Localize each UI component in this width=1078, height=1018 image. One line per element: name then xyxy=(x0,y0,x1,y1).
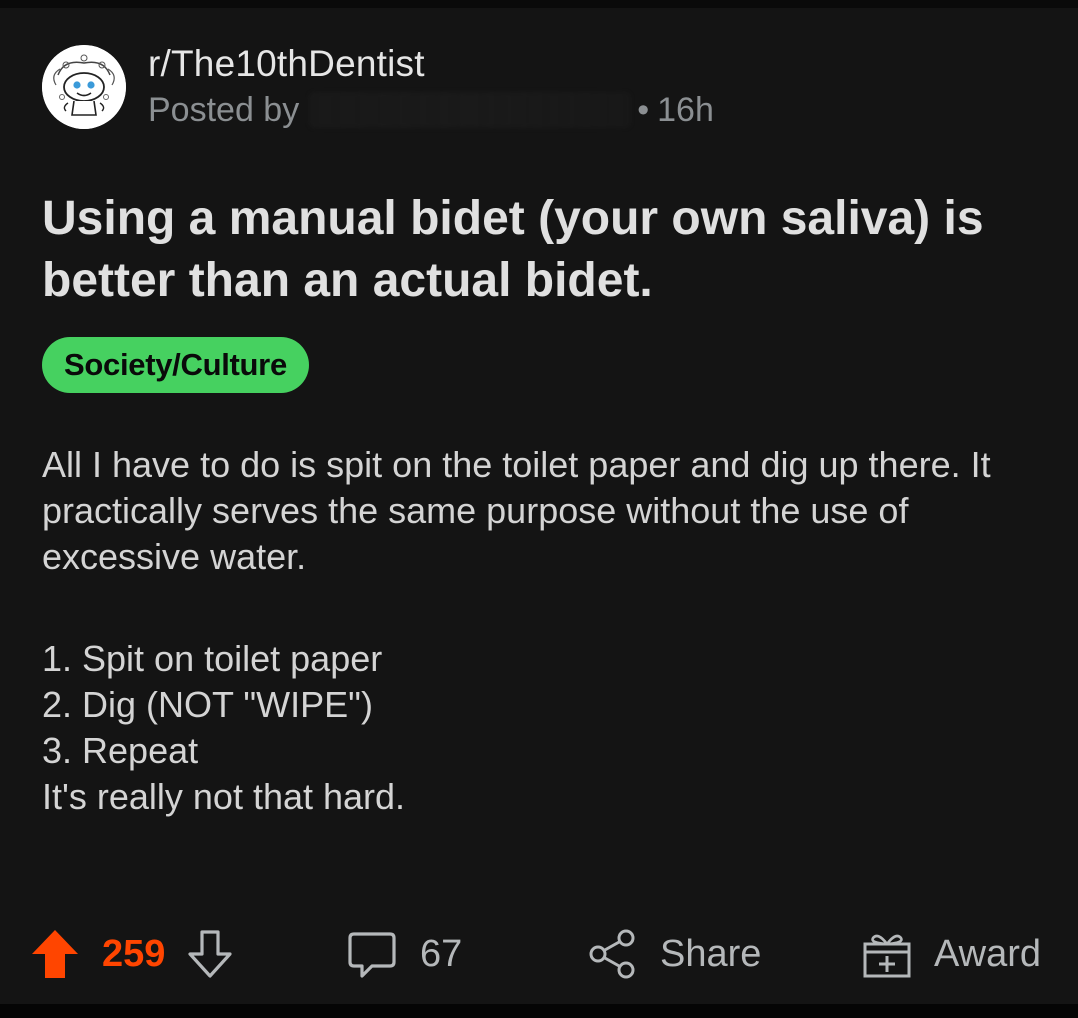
snoo-icon xyxy=(42,45,126,129)
share-label: Share xyxy=(660,932,762,975)
posted-by-row: Posted by • 16h xyxy=(148,88,714,132)
subreddit-avatar[interactable] xyxy=(42,45,126,129)
comments-button[interactable]: 67 xyxy=(346,922,462,986)
post-title: Using a manual bidet (your own saliva) i… xyxy=(42,192,984,307)
top-border xyxy=(0,0,1078,8)
subreddit-name[interactable]: r/The10thDentist xyxy=(148,42,714,86)
post-header: r/The10thDentist Posted by • 16h xyxy=(42,42,714,132)
gift-icon xyxy=(863,934,911,978)
upvote-arrow-icon[interactable] xyxy=(30,928,80,980)
closing-line: It's really not that hard. xyxy=(42,776,406,817)
posted-by-label: Posted by xyxy=(148,91,300,129)
separator-dot: • xyxy=(637,91,650,129)
post-flair[interactable]: Society/Culture xyxy=(42,337,309,393)
list-item: 2. Dig (NOT "WIPE") xyxy=(42,684,373,725)
downvote-arrow-icon[interactable] xyxy=(185,928,235,980)
body-paragraph: All I have to do is spit on the toilet p… xyxy=(42,444,991,577)
award-label: Award xyxy=(934,932,1042,975)
list-item: 1. Spit on toilet paper xyxy=(42,638,383,679)
post-meta: r/The10thDentist Posted by • 16h xyxy=(148,42,714,132)
post-body: All I have to do is spit on the toilet p… xyxy=(42,442,1032,820)
post-age: 16h xyxy=(657,91,714,129)
comment-count: 67 xyxy=(420,932,463,975)
share-button[interactable]: Share xyxy=(588,922,761,986)
list-item: 3. Repeat xyxy=(42,730,199,771)
award-button[interactable]: Award xyxy=(862,922,1041,986)
bottom-border xyxy=(0,1004,1078,1018)
redacted-username xyxy=(309,92,632,128)
vote-group: 259 xyxy=(30,922,235,986)
comment-bubble-icon xyxy=(348,932,396,978)
vote-count: 259 xyxy=(102,932,166,975)
action-bar: 259 67 Share Award xyxy=(0,922,1078,986)
steps-list: 1. Spit on toilet paper 2. Dig (NOT "WIP… xyxy=(42,636,1032,774)
share-icon xyxy=(589,929,635,979)
